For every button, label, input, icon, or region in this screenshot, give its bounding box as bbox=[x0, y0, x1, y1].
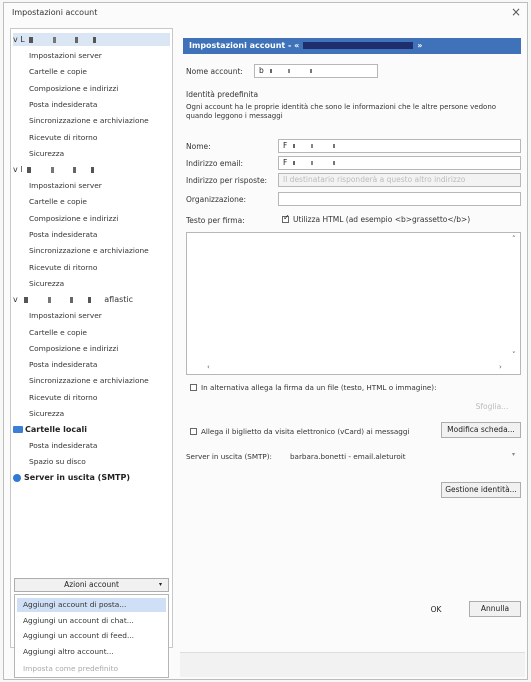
redacted-text bbox=[269, 69, 330, 73]
vertical-scrollbar[interactable]: ˄ ˅ bbox=[510, 233, 520, 363]
account-tree[interactable]: v L Impostazioni server Cartelle e copie C… bbox=[10, 28, 173, 648]
menu-add-mail-account[interactable]: Aggiungi account di posta... bbox=[17, 598, 166, 612]
folder-icon bbox=[13, 426, 23, 434]
signature-label: Testo per firma: bbox=[186, 216, 245, 225]
redacted-email bbox=[303, 42, 414, 49]
menu-set-default[interactable]: Imposta come predefinito bbox=[17, 662, 166, 676]
tree-item-disk-space[interactable]: Spazio su disco bbox=[29, 455, 86, 468]
tree-item-return-receipts[interactable]: Ricevute di ritorno bbox=[29, 261, 97, 274]
local-folders-label: Cartelle locali bbox=[25, 425, 88, 435]
bottom-strip bbox=[180, 652, 525, 677]
use-html-checkbox[interactable] bbox=[282, 213, 290, 223]
account-prefix: v l bbox=[13, 165, 23, 175]
reply-to-label: Indirizzo per risposte: bbox=[186, 176, 268, 185]
redacted-account-name bbox=[24, 296, 103, 303]
email-value: F bbox=[283, 158, 288, 167]
tree-item-copies-folders[interactable]: Cartelle e copie bbox=[29, 326, 87, 339]
signature-textarea[interactable]: ˄ ˅ ‹ › bbox=[186, 232, 521, 375]
account-prefix: v L bbox=[13, 35, 25, 44]
browse-button[interactable]: Sfoglia... bbox=[465, 400, 519, 416]
tree-item-local-junk[interactable]: Posta indesiderata bbox=[29, 439, 97, 452]
tree-item-sync-storage[interactable]: Sincronizzazione e archiviazione bbox=[29, 244, 149, 257]
redacted-account-name bbox=[26, 166, 105, 173]
scroll-up-icon[interactable]: ˄ bbox=[512, 235, 516, 243]
email-label: Indirizzo email: bbox=[186, 159, 244, 168]
smtp-server-item[interactable]: Server in uscita (SMTP) bbox=[13, 471, 130, 484]
identity-description: Ogni account ha le proprie identità che … bbox=[186, 103, 497, 120]
ok-button[interactable]: OK bbox=[411, 603, 461, 619]
title-bar: Impostazioni account × bbox=[4, 3, 527, 23]
name-field[interactable]: F bbox=[278, 139, 521, 153]
name-label: Nome: bbox=[186, 142, 211, 151]
account-actions-button[interactable]: Azioni account ▾ bbox=[14, 578, 169, 592]
menu-add-other-account[interactable]: Aggiungi altro account... bbox=[17, 645, 166, 659]
tree-item-junk-mail[interactable]: Posta indesiderata bbox=[29, 358, 97, 371]
tree-item-server-settings[interactable]: Impostazioni server bbox=[29, 179, 102, 192]
tree-item-sync-storage[interactable]: Sincronizzazione e archiviazione bbox=[29, 114, 149, 127]
server-icon bbox=[13, 473, 21, 482]
panel-header-end: » bbox=[417, 41, 423, 50]
tree-item-security[interactable]: Sicurezza bbox=[29, 407, 64, 420]
account-suffix: aflastic bbox=[104, 295, 134, 305]
account-name-field[interactable]: b bbox=[254, 64, 378, 78]
account-prefix: v bbox=[13, 295, 21, 305]
cancel-button[interactable]: Annulla bbox=[469, 601, 521, 617]
attach-signature-checkbox[interactable] bbox=[190, 384, 197, 391]
edit-card-button[interactable]: Modifica scheda... bbox=[441, 422, 521, 438]
organization-label: Organizzazione: bbox=[186, 195, 247, 204]
window-title: Impostazioni account bbox=[12, 8, 98, 17]
attach-signature-label: In alternativa allega la firma da un fil… bbox=[201, 383, 437, 392]
tree-item-security[interactable]: Sicurezza bbox=[29, 277, 64, 290]
smtp-value[interactable]: barbara.bonetti - email.aleturoit bbox=[290, 452, 406, 461]
account-name-label: Nome account: bbox=[186, 67, 243, 76]
use-html-label: Utilizza HTML (ad esempio <b>grassetto</… bbox=[293, 215, 471, 224]
tree-item-security[interactable]: Sicurezza bbox=[29, 147, 64, 160]
account-name-value: b bbox=[259, 66, 264, 75]
attach-vcard-checkbox[interactable] bbox=[190, 428, 197, 435]
account-item[interactable]: v aflastic bbox=[13, 293, 133, 306]
scroll-right-icon[interactable]: › bbox=[499, 363, 502, 371]
tree-item-server-settings[interactable]: Impostazioni server bbox=[29, 49, 102, 62]
account-item[interactable]: v L bbox=[13, 33, 170, 46]
tree-item-server-settings[interactable]: Impostazioni server bbox=[29, 309, 102, 322]
account-actions-menu: Aggiungi account di posta... Aggiungi un… bbox=[14, 594, 169, 678]
smtp-label: Server in uscita (SMTP): bbox=[186, 452, 272, 461]
scroll-left-icon[interactable]: ‹ bbox=[207, 363, 210, 371]
tree-item-composition-addressing[interactable]: Composizione e indirizzi bbox=[29, 82, 118, 95]
redacted-text bbox=[293, 161, 354, 165]
redacted-text bbox=[293, 144, 354, 148]
menu-add-chat-account[interactable]: Aggiungi un account di chat... bbox=[17, 614, 166, 628]
chevron-down-icon: ▾ bbox=[158, 581, 162, 588]
tree-item-composition-addressing[interactable]: Composizione e indirizzi bbox=[29, 212, 118, 225]
tree-item-copies-folders[interactable]: Cartelle e copie bbox=[29, 195, 87, 208]
close-icon[interactable]: × bbox=[511, 5, 521, 19]
panel-header: Impostazioni account - « » bbox=[183, 38, 521, 54]
default-identity-heading: Identità predefinita bbox=[186, 90, 259, 99]
manage-identities-button[interactable]: Gestione identità... bbox=[441, 482, 521, 498]
local-folders-item[interactable]: Cartelle locali bbox=[13, 423, 87, 436]
tree-item-return-receipts[interactable]: Ricevute di ritorno bbox=[29, 391, 97, 404]
smtp-label: Server in uscita (SMTP) bbox=[24, 473, 131, 483]
redacted-account-name bbox=[28, 36, 107, 43]
tree-item-sync-storage[interactable]: Sincronizzazione e archiviazione bbox=[29, 374, 149, 387]
tree-item-composition-addressing[interactable]: Composizione e indirizzi bbox=[29, 342, 118, 355]
email-field[interactable]: F bbox=[278, 156, 521, 170]
tree-item-junk-mail[interactable]: Posta indesiderata bbox=[29, 228, 97, 241]
account-item[interactable]: v l bbox=[13, 163, 105, 176]
horizontal-scrollbar[interactable]: ‹ › bbox=[187, 362, 520, 374]
scroll-down-icon[interactable]: ˅ bbox=[512, 351, 516, 359]
tree-item-return-receipts[interactable]: Ricevute di ritorno bbox=[29, 131, 97, 144]
menu-add-feed-account[interactable]: Aggiungi un account di feed... bbox=[17, 629, 166, 643]
organization-field[interactable] bbox=[278, 192, 521, 206]
tree-item-copies-folders[interactable]: Cartelle e copie bbox=[29, 65, 87, 78]
account-actions-label: Azioni account bbox=[64, 580, 119, 589]
chevron-down-icon[interactable]: ▾ bbox=[512, 451, 515, 458]
tree-item-junk-mail[interactable]: Posta indesiderata bbox=[29, 98, 97, 111]
reply-to-field[interactable]: Il destinatario risponderà a questo altr… bbox=[278, 173, 521, 187]
reply-to-placeholder: Il destinatario risponderà a questo altr… bbox=[283, 175, 466, 184]
name-value: F bbox=[283, 141, 288, 150]
attach-vcard-label: Allega il biglietto da visita elettronic… bbox=[201, 427, 410, 436]
panel-header-title: Impostazioni account - « bbox=[189, 41, 300, 50]
